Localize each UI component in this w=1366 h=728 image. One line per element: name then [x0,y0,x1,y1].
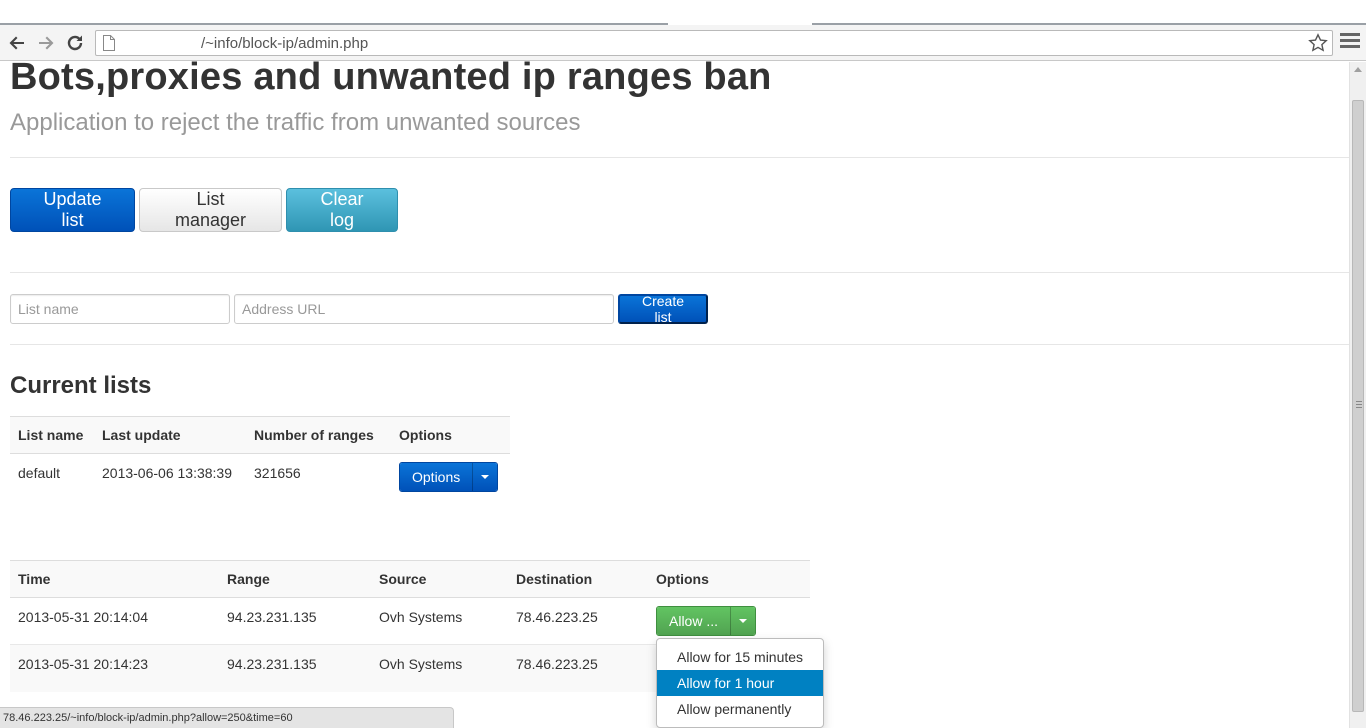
options-dropdown-toggle[interactable] [472,463,498,491]
grip-icon [1356,401,1362,408]
table-header-row: List name Last update Number of ranges O… [10,416,510,454]
menu-item-allow-1-hour[interactable]: Allow for 1 hour [657,670,823,696]
column-header: Source [371,560,508,598]
scrollbar-thumb[interactable] [1352,100,1364,712]
link-status-bar: 78.46.223.25/~info/block-ip/admin.php?al… [0,707,454,728]
list-manager-button[interactable]: List manager [139,188,282,232]
page-scrollbar[interactable] [1349,62,1366,728]
column-header: Time [10,560,219,598]
allow-dropdown-toggle[interactable] [730,607,756,635]
time-cell: 2013-05-31 20:14:23 [10,644,219,692]
last-update-cell: 2013-06-06 13:38:39 [102,465,232,481]
menu-item-allow-permanently[interactable]: Allow permanently [657,696,823,722]
options-split-button: Options [399,462,499,492]
divider [10,157,1349,158]
allow-split-button: Allow ... [656,606,757,636]
address-url: /~info/block-ip/admin.php [201,35,369,52]
reload-icon [67,35,83,51]
options-cell: Options [391,454,510,502]
time-cell: 2013-05-31 20:14:04 [18,609,148,625]
divider [10,272,1349,273]
table-row: default 2013-06-06 13:38:39 321656 Optio… [10,454,510,502]
column-header: Options [391,416,510,454]
ranges-count-cell: 321656 [254,465,301,481]
browser-menu-button[interactable] [1340,33,1360,53]
forward-button[interactable] [34,31,58,55]
destination-cell: 78.46.223.25 [508,644,648,692]
back-button[interactable] [5,31,29,55]
current-lists-table: List name Last update Number of ranges O… [10,416,510,502]
range-cell: 94.23.231.135 [219,644,371,692]
options-button[interactable]: Options [400,463,473,491]
source-cell: Ovh Systems [379,609,463,625]
range-cell: 94.23.231.135 [227,609,317,625]
column-header: Destination [508,560,648,598]
menu-item-allow-15-minutes[interactable]: Allow for 15 minutes [657,644,823,670]
update-list-button[interactable]: Update list [10,188,135,232]
divider [10,344,1349,345]
list-name-input[interactable] [10,294,230,324]
page-title: Bots,proxies and unwanted ip ranges ban [10,56,772,98]
column-header: Options [648,560,810,598]
list-name-cell: default [18,465,61,481]
create-list-button[interactable]: Create list [618,293,708,325]
arrow-left-icon [9,36,24,50]
allow-dropdown-menu: Allow for 15 minutes Allow for 1 hour Al… [656,638,824,728]
column-header: Last update [94,416,246,454]
clear-log-button[interactable]: Clear log [286,188,398,232]
arrow-right-icon [39,36,54,50]
hamburger-icon-bar [1340,39,1360,42]
source-cell: Ovh Systems [371,644,508,692]
page-subtitle: Application to reject the traffic from u… [10,109,581,136]
caret-down-icon [739,619,748,623]
column-header: List name [10,416,94,454]
table-header-row: Time Range Source Destination Options [10,560,810,598]
destination-cell: 78.46.223.25 [516,609,598,625]
column-header: Number of ranges [246,416,391,454]
page-icon [103,35,115,51]
star-icon[interactable] [1308,33,1328,53]
allow-button[interactable]: Allow ... [657,607,731,635]
current-lists-heading: Current lists [10,372,152,399]
reload-button[interactable] [63,31,87,55]
address-bar[interactable]: /~info/block-ip/admin.php [95,30,1333,56]
hamburger-icon-bar [1340,45,1360,48]
hamburger-icon [1340,33,1360,36]
column-header: Range [219,560,371,598]
browser-tabstrip [0,0,1366,25]
scroll-up-icon[interactable] [1354,67,1362,72]
address-url-input[interactable] [234,294,614,324]
caret-down-icon [481,475,490,479]
